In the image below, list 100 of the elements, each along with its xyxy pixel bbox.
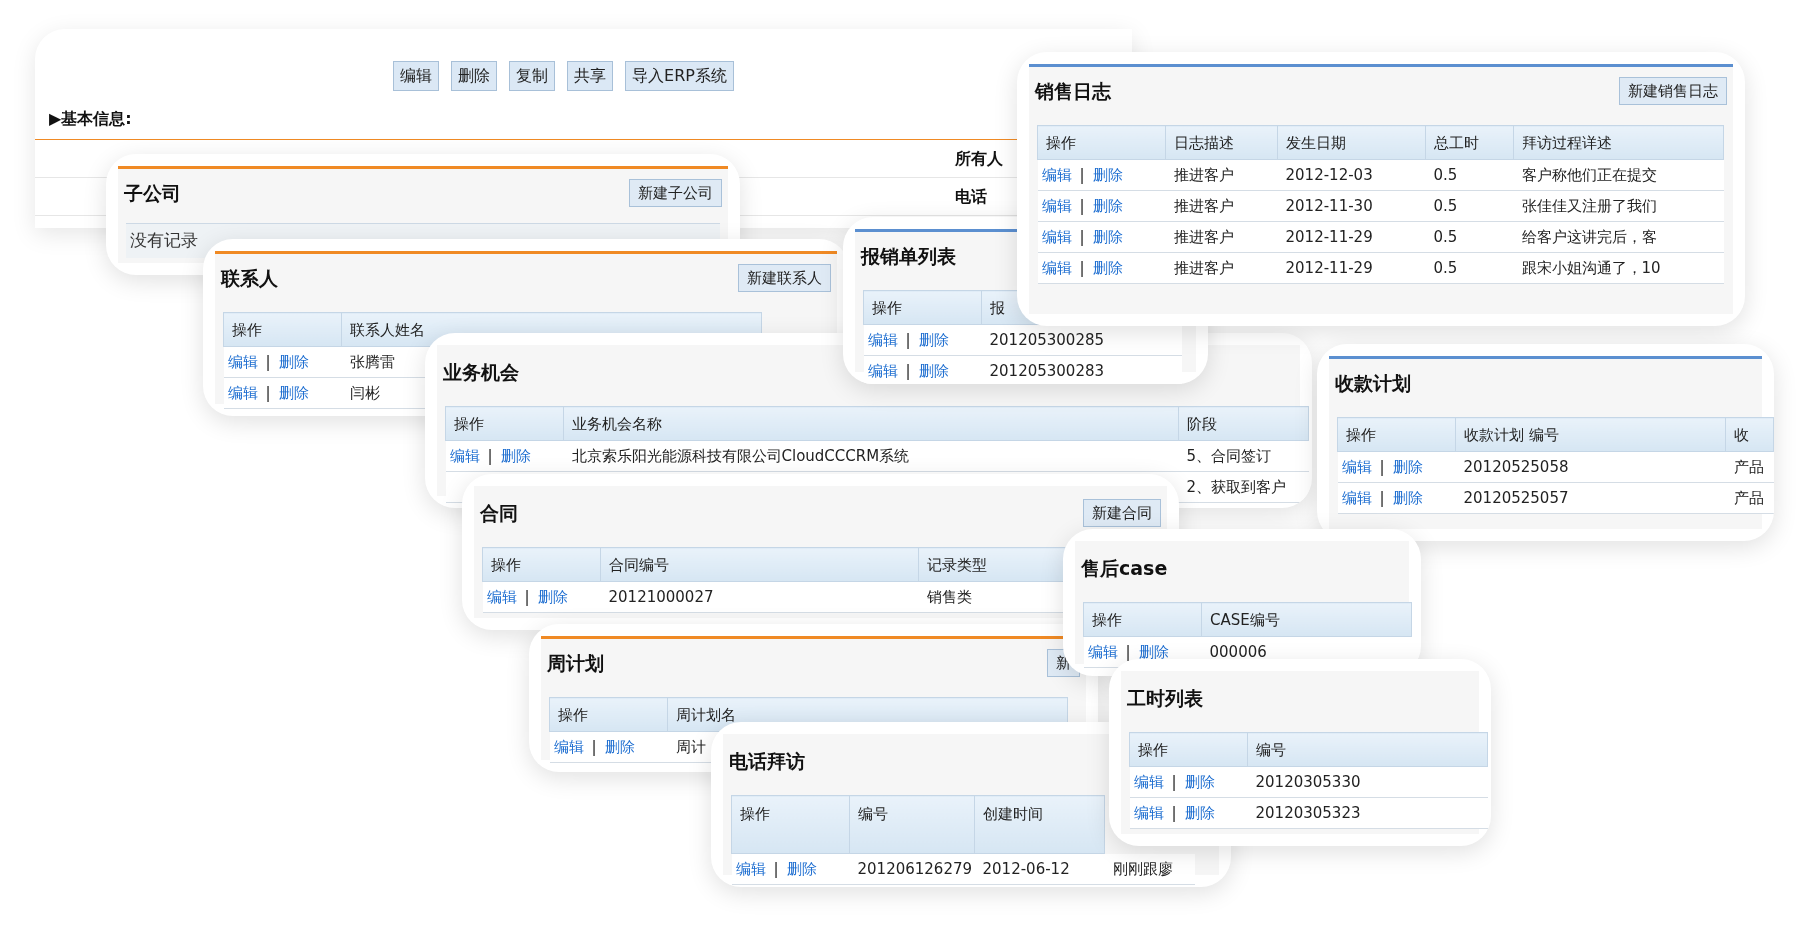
separator: | <box>1171 803 1177 822</box>
column-header: 业务机会名称 <box>563 406 1179 441</box>
delete-link[interactable]: 删除 <box>1392 457 1423 476</box>
edit-link[interactable]: 编辑 <box>1041 165 1072 184</box>
delete-link[interactable]: 删除 <box>1092 165 1123 184</box>
column-header: 操作 <box>1337 417 1456 452</box>
column-header: 操作 <box>1037 125 1166 160</box>
separator: | <box>265 383 271 402</box>
separator: | <box>1079 227 1085 246</box>
delete-link[interactable]: 删除 <box>918 330 949 349</box>
column-header: 日志描述 <box>1165 125 1278 160</box>
edit-link[interactable]: 编辑 <box>1041 227 1072 246</box>
table-cell: 周计 <box>675 737 706 756</box>
table-cell: 20120525057 <box>1463 488 1569 507</box>
table-cell: 5、合同签订 <box>1186 446 1272 465</box>
panel-title: 周计划 <box>547 650 604 676</box>
table-cell: 闫彬 <box>349 383 380 402</box>
separator: | <box>905 361 911 380</box>
column-header: 操作 <box>1129 732 1248 767</box>
delete-link[interactable]: 删除 <box>604 737 635 756</box>
section-heading: ▶基本信息: <box>49 109 132 128</box>
table-cell: 销售类 <box>926 587 972 606</box>
delete-link[interactable]: 删除 <box>500 446 531 465</box>
delete-link[interactable]: 删除 <box>1184 772 1215 791</box>
column-header: 发生日期 <box>1277 125 1426 160</box>
column-header: 操作 <box>482 547 601 582</box>
panel-title: 合同 <box>480 500 518 526</box>
table-cell: 0.5 <box>1433 227 1458 246</box>
edit-link[interactable]: 编辑 <box>227 383 258 402</box>
panel-title: 报销单列表 <box>861 243 956 269</box>
separator: | <box>524 587 530 606</box>
delete-link[interactable]: 删除 <box>918 361 949 380</box>
edit-link[interactable]: 编辑 <box>735 859 766 878</box>
delete-link[interactable]: 删除 <box>278 352 309 371</box>
column-header: 操作 <box>549 697 668 732</box>
column-header: 总工时 <box>1425 125 1514 160</box>
edit-link[interactable]: 编辑 <box>227 352 258 371</box>
toolbar-button[interactable]: 删除 <box>451 61 498 91</box>
column-header: CASE编号 <box>1201 602 1412 637</box>
table-cell: 2012-06-12 <box>982 859 1070 878</box>
table-cell: 20120305323 <box>1255 803 1361 822</box>
delete-link[interactable]: 删除 <box>1392 488 1423 507</box>
table-cell: 推进客户 <box>1173 165 1234 184</box>
table-cell: 20120525058 <box>1463 457 1569 476</box>
new-record-button[interactable]: 新建销售日志 <box>1619 76 1727 106</box>
edit-link[interactable]: 编辑 <box>1087 642 1118 661</box>
edit-link[interactable]: 编辑 <box>449 446 480 465</box>
toolbar-button[interactable]: 复制 <box>509 61 556 91</box>
edit-link[interactable]: 编辑 <box>1133 803 1164 822</box>
panel-title: 工时列表 <box>1127 685 1203 711</box>
column-header: 编号 <box>849 795 975 854</box>
separator: | <box>1379 488 1385 507</box>
table-cell: 000006 <box>1209 642 1267 661</box>
table-cell: 给客户这讲完后，客 <box>1521 227 1657 246</box>
edit-link[interactable]: 编辑 <box>1341 457 1372 476</box>
delete-link[interactable]: 删除 <box>1184 803 1215 822</box>
column-header: 操作 <box>1083 602 1202 637</box>
panel-title: 业务机会 <box>443 359 519 385</box>
column-header: 操作 <box>445 406 564 441</box>
separator: | <box>773 859 779 878</box>
toolbar-button[interactable]: 编辑 <box>393 61 440 91</box>
separator: | <box>487 446 493 465</box>
edit-link[interactable]: 编辑 <box>1041 258 1072 277</box>
new-record-button[interactable]: 新建子公司 <box>629 178 722 208</box>
toolbar-button[interactable]: 导入ERP系统 <box>625 61 734 91</box>
edit-link[interactable]: 编辑 <box>1133 772 1164 791</box>
table-cell: 2012-11-29 <box>1285 227 1373 246</box>
table-cell: 201206126279 <box>857 859 973 878</box>
delete-link[interactable]: 删除 <box>537 587 568 606</box>
table-cell: 20121000027 <box>608 587 714 606</box>
edit-link[interactable]: 编辑 <box>867 330 898 349</box>
empty-message: 没有记录 <box>130 230 198 250</box>
delete-link[interactable]: 删除 <box>1092 196 1123 215</box>
edit-link[interactable]: 编辑 <box>1041 196 1072 215</box>
delete-link[interactable]: 删除 <box>1138 642 1169 661</box>
delete-link[interactable]: 删除 <box>278 383 309 402</box>
table-cell: 跟宋小姐沟通了，10 <box>1521 258 1661 277</box>
table-cell: 推进客户 <box>1173 196 1234 215</box>
separator: | <box>1125 642 1131 661</box>
table-cell: 201205300285 <box>989 330 1105 349</box>
toolbar-button[interactable]: 共享 <box>567 61 614 91</box>
delete-link[interactable]: 删除 <box>786 859 817 878</box>
panel-title: 联系人 <box>221 265 278 291</box>
column-header: 收 <box>1725 417 1774 452</box>
delete-link[interactable]: 删除 <box>1092 258 1123 277</box>
edit-link[interactable]: 编辑 <box>553 737 584 756</box>
panel-title: 电话拜访 <box>729 748 805 774</box>
table-cell: 刚刚跟廖 <box>1112 859 1173 878</box>
table-cell: 推进客户 <box>1173 258 1234 277</box>
column-header: 操作 <box>863 290 982 325</box>
edit-link[interactable]: 编辑 <box>486 587 517 606</box>
table-cell: 2012-11-30 <box>1285 196 1373 215</box>
new-record-button[interactable]: 新建合同 <box>1083 498 1161 528</box>
edit-link[interactable]: 编辑 <box>1341 488 1372 507</box>
column-header: 阶段 <box>1178 406 1309 441</box>
edit-link[interactable]: 编辑 <box>867 361 898 380</box>
delete-link[interactable]: 删除 <box>1092 227 1123 246</box>
panel-title: 子公司 <box>124 180 181 206</box>
new-record-button[interactable]: 新建联系人 <box>738 263 831 293</box>
separator: | <box>1079 258 1085 277</box>
